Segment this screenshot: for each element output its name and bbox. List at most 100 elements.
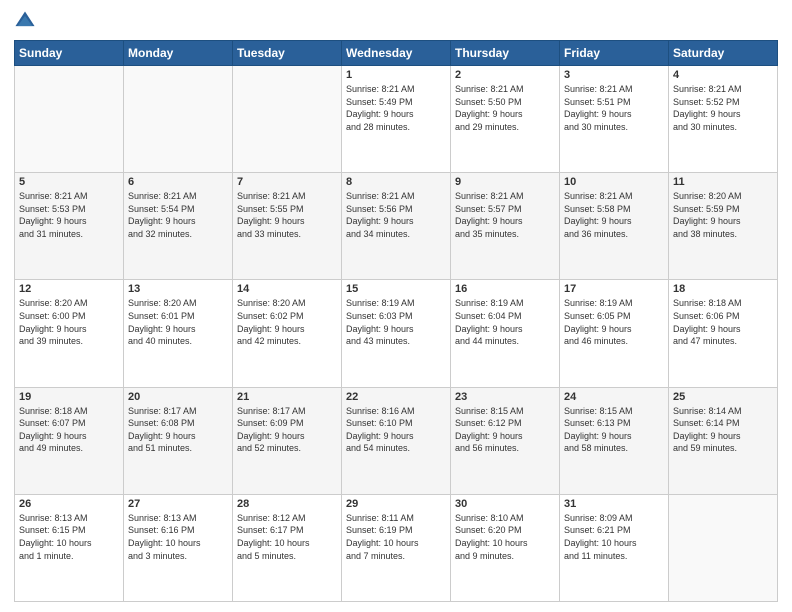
day-cell: 5Sunrise: 8:21 AM Sunset: 5:53 PM Daylig… <box>15 173 124 280</box>
day-info: Sunrise: 8:17 AM Sunset: 6:08 PM Dayligh… <box>128 405 228 455</box>
day-info: Sunrise: 8:11 AM Sunset: 6:19 PM Dayligh… <box>346 512 446 562</box>
day-number: 18 <box>673 283 773 295</box>
day-cell: 4 Sunrise: 8:21 AM Sunset: 5:52 PM Daylig… <box>669 66 778 173</box>
day-info: Sunrise: 8:21 AM Sunset: 5:53 PM Dayligh… <box>19 190 119 240</box>
day-cell <box>669 494 778 601</box>
day-info: Sunrise: 8:19 AM Sunset: 6:04 PM Dayligh… <box>455 297 555 347</box>
day-number: 16 <box>455 283 555 295</box>
day-number: 31 <box>564 498 664 510</box>
day-info: Sunrise: 8:21 AM Sunset: 5:58 PM Dayligh… <box>564 190 664 240</box>
header-row: SundayMondayTuesdayWednesdayThursdayFrid… <box>15 41 778 66</box>
day-info: Sunrise: 8:21 AM Sunset: 5:51 PM Dayligh… <box>564 83 664 133</box>
day-info: Sunrise: 8:21 AM Sunset: 5:57 PM Dayligh… <box>455 190 555 240</box>
header-cell-sunday: Sunday <box>15 41 124 66</box>
week-row-0: 1 Sunrise: 8:21 AM Sunset: 5:49 PM Daylig… <box>15 66 778 173</box>
day-cell: 10Sunrise: 8:21 AM Sunset: 5:58 PM Dayli… <box>560 173 669 280</box>
header-cell-friday: Friday <box>560 41 669 66</box>
day-cell: 1 Sunrise: 8:21 AM Sunset: 5:49 PM Daylig… <box>342 66 451 173</box>
day-info: Sunrise: 8:09 AM Sunset: 6:21 PM Dayligh… <box>564 512 664 562</box>
day-info: Sunrise: 8:21 AM Sunset: 5:55 PM Dayligh… <box>237 190 337 240</box>
day-number: 3 <box>564 69 664 81</box>
day-info: Sunrise: 8:15 AM Sunset: 6:12 PM Dayligh… <box>455 405 555 455</box>
logo-icon <box>14 10 36 32</box>
page: SundayMondayTuesdayWednesdayThursdayFrid… <box>0 0 792 612</box>
day-info: Sunrise: 8:21 AM Sunset: 5:54 PM Dayligh… <box>128 190 228 240</box>
week-row-1: 5Sunrise: 8:21 AM Sunset: 5:53 PM Daylig… <box>15 173 778 280</box>
week-row-4: 26Sunrise: 8:13 AM Sunset: 6:15 PM Dayli… <box>15 494 778 601</box>
day-number: 30 <box>455 498 555 510</box>
day-cell: 17Sunrise: 8:19 AM Sunset: 6:05 PM Dayli… <box>560 280 669 387</box>
day-cell: 11Sunrise: 8:20 AM Sunset: 5:59 PM Dayli… <box>669 173 778 280</box>
week-row-3: 19 Sunrise: 8:18 AM Sunset: 6:07 PM Dayli… <box>15 387 778 494</box>
day-info: Sunrise: 8:21 AM Sunset: 5:50 PM Dayligh… <box>455 83 555 133</box>
day-number: 29 <box>346 498 446 510</box>
day-number: 15 <box>346 283 446 295</box>
day-cell: 21 Sunrise: 8:17 AM Sunset: 6:09 PM Dayli… <box>233 387 342 494</box>
day-cell: 8Sunrise: 8:21 AM Sunset: 5:56 PM Daylig… <box>342 173 451 280</box>
logo <box>14 10 40 32</box>
day-cell: 22 Sunrise: 8:16 AM Sunset: 6:10 PM Dayli… <box>342 387 451 494</box>
day-info: Sunrise: 8:20 AM Sunset: 6:01 PM Dayligh… <box>128 297 228 347</box>
day-info: Sunrise: 8:21 AM Sunset: 5:49 PM Dayligh… <box>346 83 446 133</box>
day-info: Sunrise: 8:13 AM Sunset: 6:16 PM Dayligh… <box>128 512 228 562</box>
day-info: Sunrise: 8:21 AM Sunset: 5:56 PM Dayligh… <box>346 190 446 240</box>
day-cell: 29 Sunrise: 8:11 AM Sunset: 6:19 PM Dayli… <box>342 494 451 601</box>
day-cell: 24 Sunrise: 8:15 AM Sunset: 6:13 PM Dayli… <box>560 387 669 494</box>
day-cell: 23 Sunrise: 8:15 AM Sunset: 6:12 PM Dayli… <box>451 387 560 494</box>
day-info: Sunrise: 8:13 AM Sunset: 6:15 PM Dayligh… <box>19 512 119 562</box>
day-cell: 25 Sunrise: 8:14 AM Sunset: 6:14 PM Dayli… <box>669 387 778 494</box>
day-number: 12 <box>19 283 119 295</box>
header-cell-thursday: Thursday <box>451 41 560 66</box>
day-number: 17 <box>564 283 664 295</box>
day-number: 20 <box>128 391 228 403</box>
day-cell: 13 Sunrise: 8:20 AM Sunset: 6:01 PM Dayli… <box>124 280 233 387</box>
day-number: 13 <box>128 283 228 295</box>
day-cell: 19 Sunrise: 8:18 AM Sunset: 6:07 PM Dayli… <box>15 387 124 494</box>
header-cell-monday: Monday <box>124 41 233 66</box>
day-cell: 7 Sunrise: 8:21 AM Sunset: 5:55 PM Daylig… <box>233 173 342 280</box>
day-number: 23 <box>455 391 555 403</box>
day-info: Sunrise: 8:14 AM Sunset: 6:14 PM Dayligh… <box>673 405 773 455</box>
day-info: Sunrise: 8:15 AM Sunset: 6:13 PM Dayligh… <box>564 405 664 455</box>
day-number: 27 <box>128 498 228 510</box>
header-cell-saturday: Saturday <box>669 41 778 66</box>
day-info: Sunrise: 8:18 AM Sunset: 6:07 PM Dayligh… <box>19 405 119 455</box>
day-info: Sunrise: 8:12 AM Sunset: 6:17 PM Dayligh… <box>237 512 337 562</box>
calendar-table: SundayMondayTuesdayWednesdayThursdayFrid… <box>14 40 778 602</box>
day-number: 9 <box>455 176 555 188</box>
day-cell: 3 Sunrise: 8:21 AM Sunset: 5:51 PM Daylig… <box>560 66 669 173</box>
day-number: 25 <box>673 391 773 403</box>
day-cell: 18 Sunrise: 8:18 AM Sunset: 6:06 PM Dayli… <box>669 280 778 387</box>
day-cell <box>124 66 233 173</box>
day-number: 7 <box>237 176 337 188</box>
day-number: 21 <box>237 391 337 403</box>
day-number: 19 <box>19 391 119 403</box>
day-cell <box>233 66 342 173</box>
day-cell: 27 Sunrise: 8:13 AM Sunset: 6:16 PM Dayli… <box>124 494 233 601</box>
day-cell: 2 Sunrise: 8:21 AM Sunset: 5:50 PM Daylig… <box>451 66 560 173</box>
day-cell: 30Sunrise: 8:10 AM Sunset: 6:20 PM Dayli… <box>451 494 560 601</box>
day-info: Sunrise: 8:19 AM Sunset: 6:03 PM Dayligh… <box>346 297 446 347</box>
day-number: 6 <box>128 176 228 188</box>
day-cell: 12Sunrise: 8:20 AM Sunset: 6:00 PM Dayli… <box>15 280 124 387</box>
calendar-header: SundayMondayTuesdayWednesdayThursdayFrid… <box>15 41 778 66</box>
day-number: 22 <box>346 391 446 403</box>
calendar-body: 1 Sunrise: 8:21 AM Sunset: 5:49 PM Daylig… <box>15 66 778 602</box>
day-info: Sunrise: 8:21 AM Sunset: 5:52 PM Dayligh… <box>673 83 773 133</box>
day-cell: 9 Sunrise: 8:21 AM Sunset: 5:57 PM Daylig… <box>451 173 560 280</box>
day-cell <box>15 66 124 173</box>
day-number: 4 <box>673 69 773 81</box>
day-cell: 14Sunrise: 8:20 AM Sunset: 6:02 PM Dayli… <box>233 280 342 387</box>
day-cell: 26Sunrise: 8:13 AM Sunset: 6:15 PM Dayli… <box>15 494 124 601</box>
day-info: Sunrise: 8:20 AM Sunset: 6:02 PM Dayligh… <box>237 297 337 347</box>
day-number: 2 <box>455 69 555 81</box>
day-cell: 15 Sunrise: 8:19 AM Sunset: 6:03 PM Dayli… <box>342 280 451 387</box>
day-info: Sunrise: 8:17 AM Sunset: 6:09 PM Dayligh… <box>237 405 337 455</box>
day-number: 1 <box>346 69 446 81</box>
day-info: Sunrise: 8:16 AM Sunset: 6:10 PM Dayligh… <box>346 405 446 455</box>
day-info: Sunrise: 8:18 AM Sunset: 6:06 PM Dayligh… <box>673 297 773 347</box>
day-cell: 28Sunrise: 8:12 AM Sunset: 6:17 PM Dayli… <box>233 494 342 601</box>
day-cell: 20 Sunrise: 8:17 AM Sunset: 6:08 PM Dayli… <box>124 387 233 494</box>
week-row-2: 12Sunrise: 8:20 AM Sunset: 6:00 PM Dayli… <box>15 280 778 387</box>
day-number: 24 <box>564 391 664 403</box>
